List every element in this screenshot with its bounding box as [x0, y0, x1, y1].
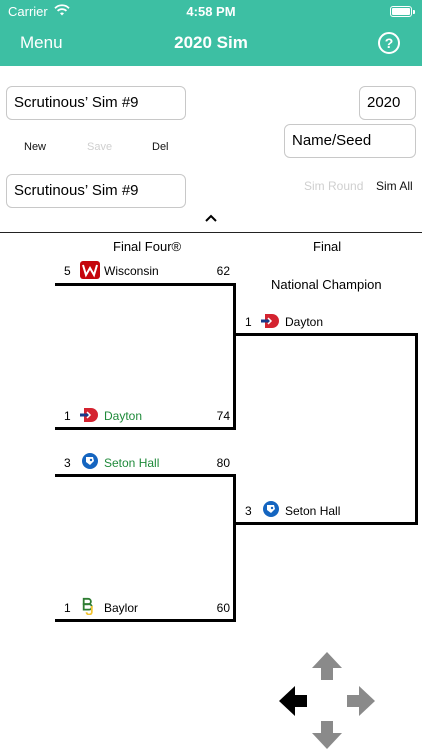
- bracket-line: [55, 283, 236, 286]
- divider: [0, 232, 422, 233]
- team-name[interactable]: Baylor: [104, 601, 138, 615]
- bracket-line: [55, 474, 236, 477]
- team-seed: 3: [64, 456, 71, 470]
- team-seed: 5: [64, 264, 71, 278]
- team-seed: 1: [64, 601, 71, 615]
- final-four-heading: Final Four®: [113, 239, 182, 254]
- bracket-line: [415, 333, 418, 525]
- arrow-down-icon[interactable]: [312, 721, 342, 749]
- team-seed: 1: [245, 315, 252, 329]
- team-name[interactable]: Dayton: [285, 315, 323, 329]
- bracket-line: [233, 283, 236, 430]
- bracket-line: [233, 522, 418, 525]
- menu-button[interactable]: Menu: [20, 33, 63, 53]
- wisconsin-logo-icon: [80, 261, 100, 279]
- arrow-left-icon[interactable]: [279, 686, 307, 716]
- dayton-logo-icon: [80, 408, 98, 422]
- nav-bar: Menu 2020 Sim ?: [0, 24, 422, 66]
- seton-hall-logo-icon: [82, 453, 98, 469]
- baylor-logo-icon: [82, 597, 93, 615]
- new-button[interactable]: New: [24, 141, 46, 153]
- status-bar: Carrier 4:58 PM: [0, 0, 422, 24]
- chevron-up-icon[interactable]: [203, 212, 219, 224]
- sim-all-button[interactable]: Sim All: [376, 179, 413, 193]
- arrow-up-icon[interactable]: [312, 652, 342, 680]
- team-seed: 1: [64, 409, 71, 423]
- clock: 4:58 PM: [186, 4, 236, 19]
- final-heading: Final: [313, 239, 342, 254]
- year-field[interactable]: 2020: [359, 86, 416, 120]
- team-name[interactable]: Wisconsin: [104, 264, 159, 278]
- save-button[interactable]: Save: [87, 141, 112, 153]
- name-seed-toggle[interactable]: Name/Seed: [284, 124, 416, 158]
- bracket-line: [233, 474, 236, 622]
- arrow-right-icon[interactable]: [347, 686, 375, 716]
- page-title: 2020 Sim: [174, 33, 248, 52]
- sim-select-field[interactable]: Scrutinous’ Sim #9: [6, 174, 186, 208]
- sim-round-button[interactable]: Sim Round: [304, 179, 363, 193]
- bracket-line: [55, 619, 236, 622]
- team-name[interactable]: Dayton: [104, 409, 142, 423]
- champion-heading: National Champion: [271, 277, 382, 292]
- bracket-line: [55, 427, 236, 430]
- bracket-line: [233, 333, 418, 336]
- help-icon[interactable]: ?: [378, 32, 400, 54]
- team-score: 60: [216, 601, 230, 615]
- team-name[interactable]: Seton Hall: [104, 456, 159, 470]
- sim-name-field[interactable]: Scrutinous’ Sim #9: [6, 86, 186, 120]
- dayton-logo-icon: [261, 314, 279, 328]
- seton-hall-logo-icon: [263, 501, 279, 517]
- team-seed: 3: [245, 504, 252, 518]
- team-name[interactable]: Seton Hall: [285, 504, 340, 518]
- delete-button[interactable]: Del: [152, 141, 169, 153]
- team-score: 74: [216, 409, 230, 423]
- team-score: 62: [216, 264, 230, 278]
- team-score: 80: [216, 456, 230, 470]
- battery-icon: [390, 6, 415, 17]
